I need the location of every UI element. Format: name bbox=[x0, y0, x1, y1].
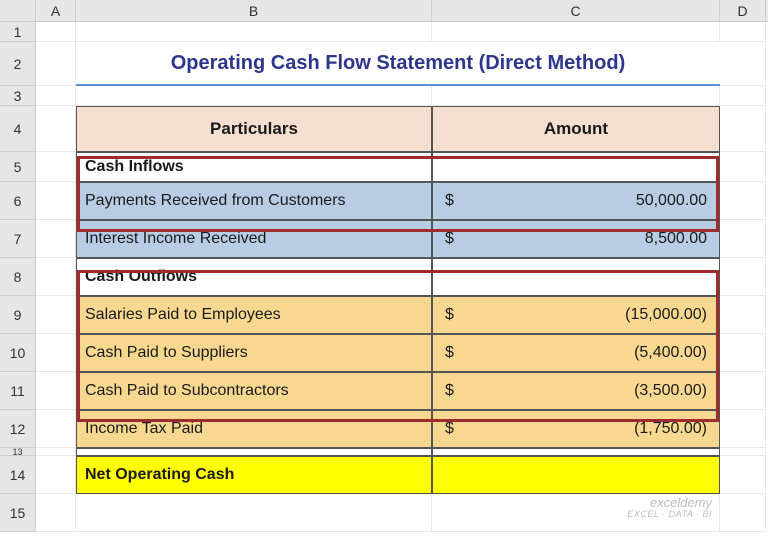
cell-d7[interactable] bbox=[720, 220, 766, 258]
cell-c1[interactable] bbox=[432, 22, 720, 42]
col-header-c[interactable]: C bbox=[432, 0, 720, 21]
row-header-5[interactable]: 5 bbox=[0, 152, 36, 182]
cell-d12[interactable] bbox=[720, 410, 766, 448]
row-header-15[interactable]: 15 bbox=[0, 494, 36, 532]
cell-b1[interactable] bbox=[76, 22, 432, 42]
inflow-row-amount[interactable]: $50,000.00 bbox=[432, 182, 720, 220]
net-operating-cash-amount[interactable] bbox=[432, 456, 720, 494]
outflow-row-label[interactable]: Income Tax Paid bbox=[76, 410, 432, 448]
outflow-row-amount[interactable]: $ (1,750.00) bbox=[432, 410, 720, 448]
section-outflows-label[interactable]: Cash Outflows bbox=[76, 258, 432, 296]
amount-value: (15,000.00) bbox=[625, 306, 711, 324]
cell-a10[interactable] bbox=[36, 334, 76, 372]
currency-symbol: $ bbox=[441, 420, 454, 438]
cell-a5[interactable] bbox=[36, 152, 76, 182]
outflow-row-amount[interactable]: $ (3,500.00) bbox=[432, 372, 720, 410]
select-all-corner[interactable] bbox=[0, 0, 36, 21]
currency-symbol: $ bbox=[441, 306, 454, 324]
section-inflows-amount[interactable] bbox=[432, 152, 720, 182]
cell-d2[interactable] bbox=[720, 42, 766, 86]
amount-value: 8,500.00 bbox=[645, 230, 711, 248]
watermark-main: exceldemy bbox=[650, 495, 712, 510]
row-header-9[interactable]: 9 bbox=[0, 296, 36, 334]
currency-symbol: $ bbox=[441, 344, 454, 362]
header-amount[interactable]: Amount bbox=[432, 106, 720, 152]
row-header-11[interactable]: 11 bbox=[0, 372, 36, 410]
cell-d5[interactable] bbox=[720, 152, 766, 182]
outflow-row-amount[interactable]: $ (5,400.00) bbox=[432, 334, 720, 372]
outflow-row-label[interactable]: Cash Paid to Subcontractors bbox=[76, 372, 432, 410]
statement-title[interactable]: Operating Cash Flow Statement (Direct Me… bbox=[76, 42, 720, 86]
row-header-4[interactable]: 4 bbox=[0, 106, 36, 152]
cell-a14[interactable] bbox=[36, 456, 76, 494]
cell-a15[interactable] bbox=[36, 494, 76, 532]
cell-a7[interactable] bbox=[36, 220, 76, 258]
currency-symbol: $ bbox=[441, 192, 454, 210]
col-header-d[interactable]: D bbox=[720, 0, 766, 21]
header-particulars[interactable]: Particulars bbox=[76, 106, 432, 152]
row-header-7[interactable]: 7 bbox=[0, 220, 36, 258]
outflow-row-label[interactable]: Salaries Paid to Employees bbox=[76, 296, 432, 334]
row-header-14[interactable]: 14 bbox=[0, 456, 36, 494]
cell-b13[interactable] bbox=[76, 448, 432, 456]
cell-d8[interactable] bbox=[720, 258, 766, 296]
row-header-13[interactable]: 13 bbox=[0, 448, 36, 456]
row-header-3[interactable]: 3 bbox=[0, 86, 36, 106]
row-header-6[interactable]: 6 bbox=[0, 182, 36, 220]
cell-d14[interactable] bbox=[720, 456, 766, 494]
net-operating-cash-label[interactable]: Net Operating Cash bbox=[76, 456, 432, 494]
amount-value: (1,750.00) bbox=[634, 420, 711, 438]
amount-value: (5,400.00) bbox=[634, 344, 711, 362]
cell-a1[interactable] bbox=[36, 22, 76, 42]
outflow-row-amount[interactable]: $ (15,000.00) bbox=[432, 296, 720, 334]
cell-d6[interactable] bbox=[720, 182, 766, 220]
row-header-2[interactable]: 2 bbox=[0, 42, 36, 86]
row-header-8[interactable]: 8 bbox=[0, 258, 36, 296]
cell-a8[interactable] bbox=[36, 258, 76, 296]
cell-d11[interactable] bbox=[720, 372, 766, 410]
currency-symbol: $ bbox=[441, 382, 454, 400]
row-header-1[interactable]: 1 bbox=[0, 22, 36, 42]
section-inflows-label[interactable]: Cash Inflows bbox=[76, 152, 432, 182]
cell-c3[interactable] bbox=[432, 86, 720, 106]
cell-b3[interactable] bbox=[76, 86, 432, 106]
amount-value: 50,000.00 bbox=[636, 192, 711, 210]
cell-a9[interactable] bbox=[36, 296, 76, 334]
cell-a4[interactable] bbox=[36, 106, 76, 152]
cell-d3[interactable] bbox=[720, 86, 766, 106]
inflow-row-label[interactable]: Payments Received from Customers bbox=[76, 182, 432, 220]
cell-a12[interactable] bbox=[36, 410, 76, 448]
inflow-row-label[interactable]: Interest Income Received bbox=[76, 220, 432, 258]
cell-d13[interactable] bbox=[720, 448, 766, 456]
cell-a3[interactable] bbox=[36, 86, 76, 106]
section-outflows-amount[interactable] bbox=[432, 258, 720, 296]
amount-value: (3,500.00) bbox=[634, 382, 711, 400]
col-header-a[interactable]: A bbox=[36, 0, 76, 21]
cell-d15[interactable] bbox=[720, 494, 766, 532]
cell-a2[interactable] bbox=[36, 42, 76, 86]
currency-symbol: $ bbox=[441, 230, 454, 248]
cell-d4[interactable] bbox=[720, 106, 766, 152]
watermark: exceldemy EXCEL · DATA · BI bbox=[627, 496, 712, 520]
watermark-sub: EXCEL · DATA · BI bbox=[627, 510, 712, 520]
cell-d9[interactable] bbox=[720, 296, 766, 334]
cell-a13[interactable] bbox=[36, 448, 76, 456]
cell-b15[interactable] bbox=[76, 494, 432, 532]
cell-d1[interactable] bbox=[720, 22, 766, 42]
inflow-row-amount[interactable]: $8,500.00 bbox=[432, 220, 720, 258]
spreadsheet: A B C D 1 2 Operating Cash Flow Statemen… bbox=[0, 0, 768, 550]
cell-c13[interactable] bbox=[432, 448, 720, 456]
cell-a11[interactable] bbox=[36, 372, 76, 410]
outflow-row-label[interactable]: Cash Paid to Suppliers bbox=[76, 334, 432, 372]
cell-d10[interactable] bbox=[720, 334, 766, 372]
col-header-b[interactable]: B bbox=[76, 0, 432, 21]
row-header-10[interactable]: 10 bbox=[0, 334, 36, 372]
row-header-12[interactable]: 12 bbox=[0, 410, 36, 448]
column-header-row: A B C D bbox=[0, 0, 768, 22]
cell-a6[interactable] bbox=[36, 182, 76, 220]
